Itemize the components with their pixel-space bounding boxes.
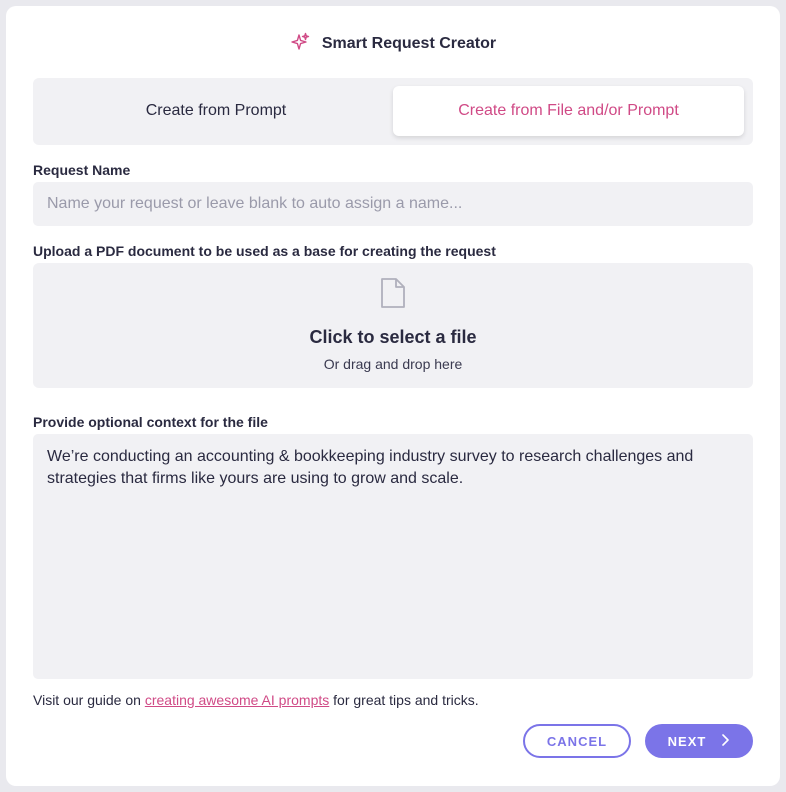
context-textarea[interactable]: We’re conducting an accounting & bookkee… [33,434,753,679]
mode-tabs: Create from Prompt Create from File and/… [33,78,753,145]
smart-request-modal: Smart Request Creator Create from Prompt… [6,6,780,786]
context-label: Provide optional context for the file [33,414,268,430]
guide-prefix: Visit our guide on [33,692,145,708]
guide-link[interactable]: creating awesome AI prompts [145,692,329,708]
request-name-input[interactable] [33,182,753,226]
cancel-button[interactable]: CANCEL [523,724,631,758]
tab-create-from-file[interactable]: Create from File and/or Prompt [393,86,744,136]
tab-create-from-prompt[interactable]: Create from Prompt [41,86,391,136]
file-dropzone[interactable]: Click to select a file Or drag and drop … [33,263,753,388]
next-button-label: NEXT [667,733,707,749]
dropzone-subtitle: Or drag and drop here [323,356,463,372]
modal-title: Smart Request Creator [321,35,497,52]
request-name-label: Request Name [33,162,131,178]
file-icon [380,263,406,314]
cancel-button-label: CANCEL [546,733,608,749]
guide-suffix: for great tips and tricks. [329,692,479,708]
next-button[interactable]: NEXT [645,724,753,758]
sparkle-icon [290,32,310,57]
upload-label: Upload a PDF document to be used as a ba… [33,243,496,259]
modal-header: Smart Request Creator [6,32,780,56]
chevron-right-icon [720,733,730,749]
guide-text: Visit our guide on creating awesome AI p… [33,692,479,708]
dropzone-title: Click to select a file [309,327,477,347]
